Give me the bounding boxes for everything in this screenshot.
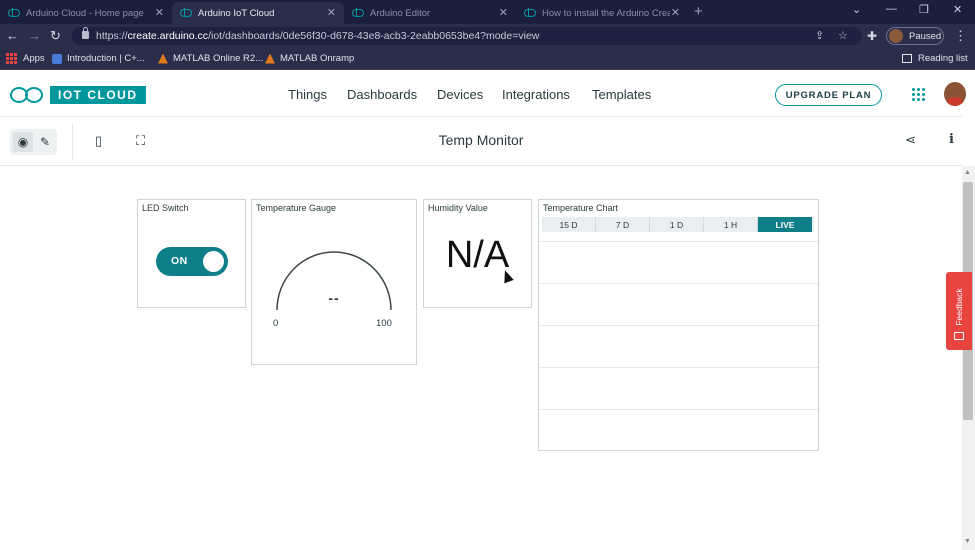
range-live-button[interactable]: LIVE [758,217,812,232]
browser-tab-install-arduino[interactable]: How to install the Arduino Create ✕ [516,2,688,24]
share-icon[interactable]: ⋖ [905,132,916,148]
humidity-value-widget: Humidity Value N/A [423,199,532,308]
back-icon[interactable]: ← [6,28,19,43]
profile-paused-button[interactable]: Paused [886,27,944,45]
gauge-value: -- [328,290,340,306]
browser-menu-icon[interactable]: ⋮ [954,28,967,44]
led-switch-widget: LED Switch ON [137,199,246,308]
logo-text: IOT CLOUD [50,86,146,104]
minimize-icon[interactable]: — [886,3,897,15]
dashboard-title: Temp Monitor [438,132,524,148]
range-15d-button[interactable]: 15 D [542,217,596,232]
arduino-favicon-icon [524,8,536,17]
bookmarks-bar: Apps Introduction | C+... MATLAB Online … [0,48,975,70]
time-range-selector: 15 D 7 D 1 D 1 H LIVE [542,217,814,232]
arduino-favicon-icon [8,8,20,17]
chart-gridline [539,367,818,368]
tab-label: Arduino Editor [370,7,431,19]
temperature-chart-widget: Temperature Chart 15 D 7 D 1 D 1 H LIVE [538,199,819,451]
dashboard-toolbar: ◉ ✎ ▯ ⛶ Temp Monitor ⋖ i [0,118,962,166]
profile-status: Paused [909,30,942,42]
window-close-icon[interactable]: ✕ [953,3,962,16]
matlab-icon [158,53,168,64]
lock-icon [82,27,89,39]
range-1h-button[interactable]: 1 H [704,217,758,232]
bookmark-apps[interactable]: Apps [6,53,45,64]
widget-title: LED Switch [142,203,189,213]
close-tab-icon[interactable]: ✕ [499,6,508,19]
restore-icon[interactable]: ❐ [919,3,929,16]
matlab-icon [265,53,275,64]
arduino-favicon-icon [180,8,192,17]
bookmark-star-icon[interactable]: ☆ [838,29,848,42]
extensions-icon[interactable]: ✚ [867,29,877,43]
range-7d-button[interactable]: 7 D [596,217,650,232]
close-tab-icon[interactable]: ✕ [155,6,164,19]
reading-list-button[interactable]: Reading list [902,53,968,64]
nav-templates[interactable]: Templates [592,87,651,102]
chart-gridline [539,409,818,410]
reading-list-icon [902,54,912,63]
gauge-max-label: 100 [376,318,392,329]
close-tab-icon[interactable]: ✕ [327,6,336,19]
switch-state-label: ON [171,255,188,267]
bookmark-introduction[interactable]: Introduction | C+... [52,53,145,64]
apps-menu-icon[interactable] [912,88,925,101]
arduino-logo-icon [10,87,46,103]
browser-tab-arduino-cloud-home[interactable]: Arduino Cloud - Home page ✕ [0,2,172,24]
led-toggle-switch[interactable]: ON [156,247,228,276]
scroll-up-icon[interactable]: ▲ [964,169,971,176]
info-icon[interactable]: i [949,132,954,147]
upgrade-plan-button[interactable]: UPGRADE PLAN [775,84,882,106]
chart-gridline [539,241,818,242]
browser-tab-arduino-iot-cloud[interactable]: Arduino IoT Cloud ✕ [172,2,344,24]
user-avatar[interactable] [944,82,966,106]
chart-gridline [539,325,818,326]
nav-things[interactable]: Things [288,87,327,102]
tab-search-icon[interactable]: ⌄ [852,3,861,16]
url-field[interactable]: https://create.arduino.cc/iot/dashboards… [72,27,862,45]
bookmark-matlab-online[interactable]: MATLAB Online R2... [158,53,263,64]
bookmark-matlab-onramp[interactable]: MATLAB Onramp [265,53,354,64]
share-page-icon[interactable]: ⇪ [815,29,824,42]
scroll-down-icon[interactable]: ▼ [964,538,971,545]
forward-icon[interactable]: → [28,28,41,43]
widget-title: Humidity Value [428,203,488,213]
arduino-favicon-icon [352,8,364,17]
url-text: https://create.arduino.cc/iot/dashboards… [96,30,540,42]
gauge-arc [276,251,392,311]
feedback-icon [954,332,964,340]
nav-integrations[interactable]: Integrations [502,87,570,102]
app-header: IOT CLOUD Things Dashboards Devices Inte… [0,71,966,117]
browser-tab-bar: Arduino Cloud - Home page ✕ Arduino IoT … [0,0,975,24]
close-tab-icon[interactable]: ✕ [671,6,680,19]
address-bar-row: ← → ↻ https://create.arduino.cc/iot/dash… [0,24,975,48]
feedback-button[interactable]: Feedback [946,272,972,350]
tab-label: How to install the Arduino Create [542,7,670,19]
browser-tab-arduino-editor[interactable]: Arduino Editor ✕ [344,2,516,24]
chart-gridline [539,283,818,284]
humidity-value: N/A [445,234,510,276]
nav-dashboards[interactable]: Dashboards [347,87,417,102]
bookmark-page-icon [52,53,62,64]
gauge-min-label: 0 [273,318,279,329]
new-tab-icon[interactable]: + [694,3,703,20]
temperature-gauge-widget: Temperature Gauge -- 0 100 [251,199,417,365]
nav-devices[interactable]: Devices [437,87,483,102]
widget-title: Temperature Chart [543,203,619,213]
apps-grid-icon [6,53,17,64]
tab-label: Arduino IoT Cloud [198,7,275,19]
range-1d-button[interactable]: 1 D [650,217,704,232]
reload-icon[interactable]: ↻ [50,28,61,44]
tab-label: Arduino Cloud - Home page [26,7,144,19]
iot-cloud-logo[interactable]: IOT CLOUD [10,86,146,104]
switch-knob [203,251,224,272]
profile-avatar [889,29,903,43]
